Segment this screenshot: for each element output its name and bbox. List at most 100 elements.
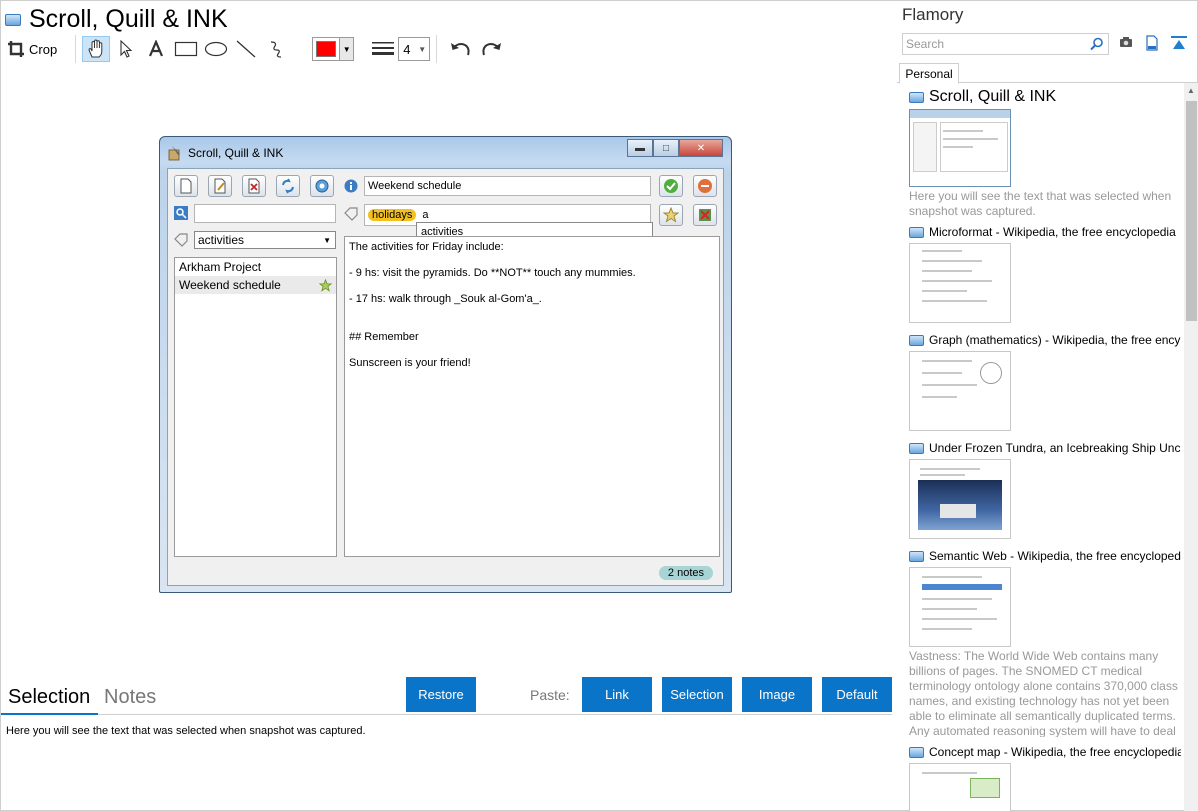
toolbar-divider [436,35,438,63]
flamory-window: Scroll, Quill & INK Crop ▼ 4 ▼ Scroll, Q… [0,0,1198,811]
snapshot-window-body: Weekend schedule holidays a activities a… [167,168,724,586]
line-tool-button[interactable] [232,36,260,62]
snapshot-title: Under Frozen Tundra, an Icebreaking Ship… [909,439,1181,457]
confirm-check-icon [659,175,683,197]
tag-filter-value: activities [198,233,245,247]
list-item[interactable]: Graph (mathematics) - Wikipedia, the fre… [909,331,1181,431]
hand-tool-button[interactable] [82,36,111,62]
note-title-value: Weekend schedule [368,180,462,192]
text-tool-button[interactable] [142,36,170,62]
freehand-icon [271,41,282,58]
freehand-tool-button[interactable] [262,36,290,62]
scrollbar-thumb[interactable] [1186,101,1197,321]
notes-count-badge: 2 notes [658,566,713,580]
active-tab-indicator [1,713,98,715]
list-item[interactable]: Concept map - Wikipedia, the free encycl… [909,743,1181,811]
snapshot-title: Scroll, Quill & INK [909,87,1181,107]
delete-note-icon [242,175,266,197]
note-title: Weekend schedule [179,278,281,292]
tab-notes[interactable]: Notes [104,685,156,709]
snapshot-image[interactable]: Scroll, Quill & INK ▬ □ ✕ Weekend schedu… [159,136,732,593]
snapshot-title: Microformat - Wikipedia, the free encycl… [909,223,1181,241]
crop-button[interactable]: Crop [7,36,61,62]
tab-selection[interactable]: Selection [8,685,90,709]
edit-note-icon [208,175,232,197]
search-icon [174,206,188,220]
snapshot-thumbnail [909,109,1011,187]
tag-filter-select: activities ▼ [194,231,336,249]
redo-button[interactable] [479,36,503,62]
selection-text: Here you will see the text that was sele… [6,725,366,737]
main-pane: Scroll, Quill & INK Crop ▼ 4 ▼ Scroll, Q… [1,1,896,811]
snapshot-title-text: Semantic Web - Wikipedia, the free encyc… [929,549,1181,563]
snapshot-title-text: Under Frozen Tundra, an Icebreaking Ship… [929,441,1181,455]
document-icon[interactable] [1145,35,1159,51]
paste-selection-button[interactable]: Selection [662,677,732,712]
line-icon [236,40,256,58]
pointer-icon [120,39,133,58]
line-width-value: 4 [403,41,411,57]
list-item[interactable]: Scroll, Quill & INK Here you will see th… [909,87,1181,219]
sidebar-tab-bar: Personal [897,63,1198,84]
collapse-top-icon[interactable] [1171,35,1187,51]
star-icon [319,278,332,292]
list-item[interactable]: Microformat - Wikipedia, the free encycl… [909,223,1181,323]
snapshot-icon [909,91,924,103]
paste-default-button[interactable]: Default [822,677,892,712]
remove-tag-icon [693,204,717,226]
snapshot-window-title: Scroll, Quill & INK [188,146,284,160]
sidebar-search-input[interactable]: Search [902,33,1109,55]
camera-icon[interactable] [1119,35,1133,49]
tab-personal[interactable]: Personal [899,63,959,84]
list-item[interactable]: Under Frozen Tundra, an Icebreaking Ship… [909,439,1181,539]
note-title: Arkham Project [179,260,262,274]
snapshot-thumbnail [909,567,1011,647]
rectangle-tool-button[interactable] [172,36,200,62]
note-search-field [194,204,336,223]
sidebar-actions [1119,35,1187,51]
ellipse-tool-button[interactable] [202,36,230,62]
editor-line: ## Remember [349,331,419,343]
snapshot-window-controls: ▬ □ ✕ [627,139,723,157]
new-note-icon [174,175,198,197]
redo-icon [482,43,502,56]
note-editor: The activities for Friday include: - 9 h… [344,236,720,557]
toolbar-divider [75,35,77,63]
maximize-icon: □ [653,139,679,157]
snapshot-title-text: Microformat - Wikipedia, the free encycl… [929,225,1176,239]
snapshot-title-text: Graph (mathematics) - Wikipedia, the fre… [929,333,1181,347]
line-width-select[interactable]: 4 ▼ [398,37,431,61]
pointer-tool-button[interactable] [112,36,140,62]
tags-filter-icon [174,233,188,247]
snapshot-title: Concept map - Wikipedia, the free encycl… [909,743,1181,761]
chevron-down-icon: ▼ [323,235,331,245]
close-icon: ✕ [679,139,723,157]
snapshot-list: Scroll, Quill & INK Here you will see th… [909,87,1181,811]
minimize-icon: ▬ [627,139,653,157]
paste-link-button[interactable]: Link [582,677,652,712]
ellipse-icon [205,41,228,57]
snapshot-description: Vastness: The World Wide Web contains ma… [909,649,1178,737]
undo-button[interactable] [449,36,473,62]
search-icon[interactable] [1090,37,1104,51]
sidebar-scrollbar[interactable]: ▲ [1184,83,1198,811]
chevron-down-icon: ▼ [418,44,427,54]
list-item[interactable]: Semantic Web - Wikipedia, the free encyc… [909,547,1181,737]
snapshot-icon [909,746,924,758]
crop-icon [8,41,24,57]
tag-icon [344,207,358,221]
snapshot-title: Semantic Web - Wikipedia, the free encyc… [909,547,1181,565]
sidebar-title: Flamory [902,5,964,24]
snapshot-icon [909,334,924,346]
chevron-up-icon[interactable]: ▲ [1187,86,1195,95]
stroke-color-picker[interactable]: ▼ [312,37,355,61]
rectangle-icon [175,41,198,57]
text-icon [149,40,164,57]
snapshot-thumbnail [909,351,1011,431]
favorite-star-icon [659,204,683,226]
restore-button[interactable]: Restore [406,677,476,712]
snapshot-title-text: Concept map - Wikipedia, the free encycl… [929,745,1181,759]
snapshot-icon [909,226,924,238]
paste-image-button[interactable]: Image [742,677,812,712]
snapshot-icon [909,550,924,562]
